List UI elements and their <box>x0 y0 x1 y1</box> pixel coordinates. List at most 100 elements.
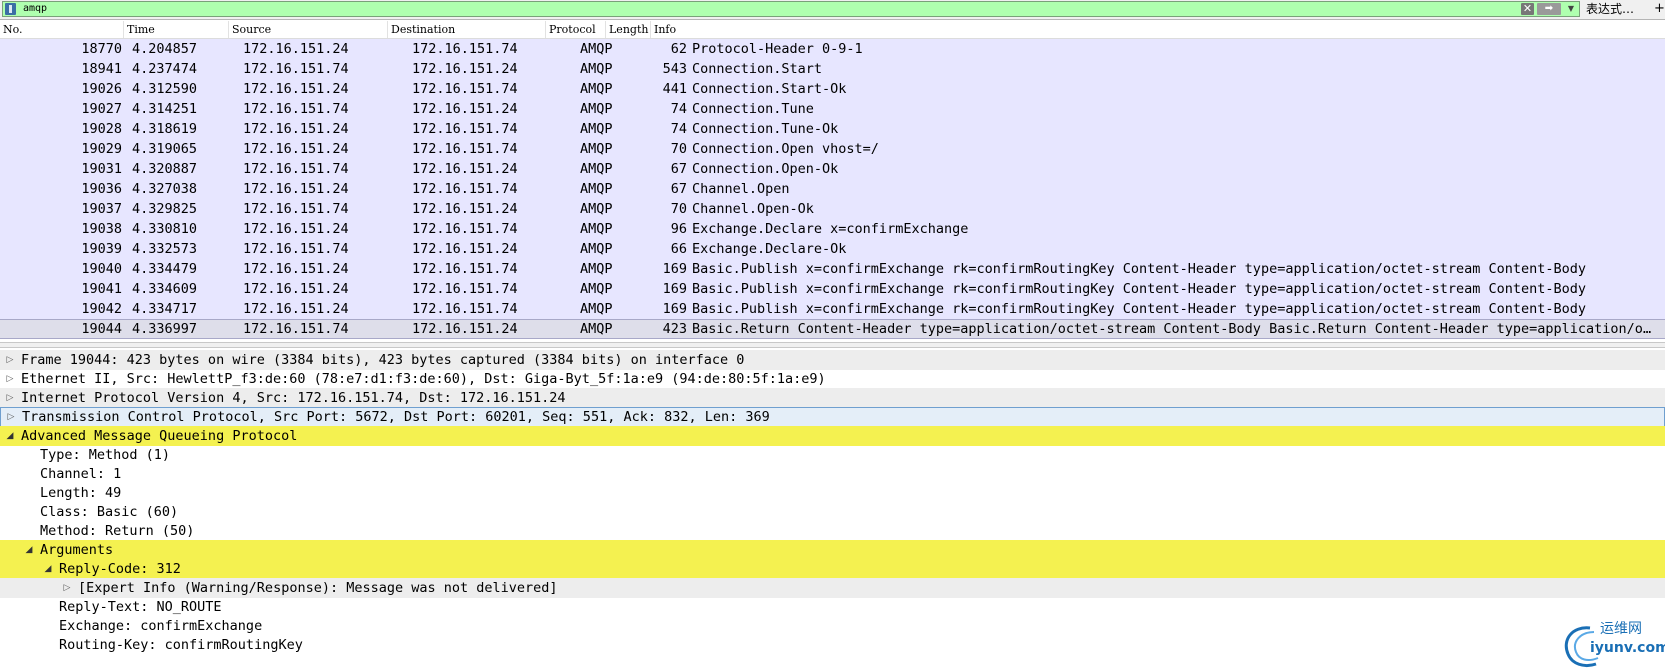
tree-expanded-icon[interactable]: ◢ <box>4 426 16 446</box>
packet-destination: 172.16.151.24 <box>412 61 518 77</box>
detail-tree-item[interactable]: Exchange: confirmExchange <box>0 616 1665 636</box>
packet-row[interactable]: 19042 4.334717 172.16.151.24 172.16.151.74 A… <box>0 299 1665 319</box>
packet-length: 96 <box>670 221 687 237</box>
detail-tree-item[interactable]: ▷ Frame 19044: 423 bytes on wire (3384 bi… <box>0 350 1665 370</box>
packet-row[interactable]: 19029 4.319065 172.16.151.24 172.16.151.74 A… <box>0 139 1665 159</box>
detail-tree-text: Ethernet II, Src: HewlettP_f3:de:60 (78:… <box>21 371 826 387</box>
detail-tree-item[interactable]: Class: Basic (60) <box>0 502 1665 522</box>
column-header-source[interactable]: Source <box>229 21 388 38</box>
detail-tree-text: Frame 19044: 423 bytes on wire (3384 bit… <box>21 352 745 368</box>
packet-source: 172.16.151.24 <box>243 181 349 197</box>
packet-destination: 172.16.151.74 <box>412 41 518 57</box>
packet-row[interactable]: 19036 4.327038 172.16.151.24 172.16.151.74 A… <box>0 179 1665 199</box>
pane-splitter[interactable] <box>0 342 1665 348</box>
detail-tree-item[interactable]: ▷ Internet Protocol Version 4, Src: 172.1… <box>0 388 1665 408</box>
packet-info: Exchange.Declare x=confirmExchange <box>692 221 969 237</box>
detail-tree-text: Reply-Code: 312 <box>59 561 181 577</box>
detail-tree-text: Transmission Control Protocol, Src Port:… <box>22 409 770 425</box>
packet-source: 172.16.151.24 <box>243 301 349 317</box>
packet-time: 4.329825 <box>132 201 198 217</box>
packet-row[interactable]: 19038 4.330810 172.16.151.24 172.16.151.74 A… <box>0 219 1665 239</box>
column-header-protocol[interactable]: Protocol <box>546 21 606 38</box>
tree-collapsed-icon[interactable]: ▷ <box>61 578 73 598</box>
detail-tree-item[interactable]: ▷ Ethernet II, Src: HewlettP_f3:de:60 (78… <box>0 369 1665 389</box>
packet-row[interactable]: 19044 4.336997 172.16.151.74 172.16.151.24 A… <box>0 319 1665 339</box>
packet-protocol: AMQP <box>580 301 613 317</box>
packet-protocol: AMQP <box>580 141 613 157</box>
packet-protocol: AMQP <box>580 121 613 137</box>
packet-info: Connection.Open-Ok <box>692 161 839 177</box>
detail-tree-item[interactable]: Routing-Key: confirmRoutingKey <box>0 635 1665 655</box>
packet-length: 74 <box>670 101 687 117</box>
packet-source: 172.16.151.74 <box>243 161 349 177</box>
packet-time: 4.318619 <box>132 121 198 137</box>
packet-length: 66 <box>670 241 687 257</box>
add-filter-button[interactable]: + <box>1654 0 1665 18</box>
packet-destination: 172.16.151.74 <box>412 221 518 237</box>
detail-tree-item[interactable]: ◢ Advanced Message Queueing Protocol <box>0 426 1665 446</box>
display-filter-field[interactable]: ✕ ➡ ▼ <box>2 1 1580 17</box>
packet-time: 4.336997 <box>132 321 198 337</box>
packet-row[interactable]: 19039 4.332573 172.16.151.74 172.16.151.24 A… <box>0 239 1665 259</box>
packet-row[interactable]: 19037 4.329825 172.16.151.74 172.16.151.24 A… <box>0 199 1665 219</box>
packet-source: 172.16.151.24 <box>243 81 349 97</box>
bookmark-icon[interactable] <box>5 3 16 15</box>
packet-length: 67 <box>670 161 687 177</box>
packet-row[interactable]: 18941 4.237474 172.16.151.74 172.16.151.24 A… <box>0 59 1665 79</box>
packet-time: 4.312590 <box>132 81 198 97</box>
packet-row[interactable]: 19028 4.318619 172.16.151.24 172.16.151.74 A… <box>0 119 1665 139</box>
detail-tree-text: [Expert Info (Warning/Response): Message… <box>78 580 558 596</box>
detail-tree-text: Routing-Key: confirmRoutingKey <box>59 637 303 653</box>
packet-time: 4.334609 <box>132 281 198 297</box>
packet-length: 169 <box>662 301 687 317</box>
packet-row[interactable]: 19027 4.314251 172.16.151.74 172.16.151.24 A… <box>0 99 1665 119</box>
column-header-destination[interactable]: Destination <box>388 21 546 38</box>
packet-number: 19031 <box>81 161 122 177</box>
arrow-right-icon[interactable]: ➡ <box>1537 3 1561 15</box>
packet-source: 172.16.151.74 <box>243 321 349 337</box>
detail-tree-item[interactable]: ▷ Transmission Control Protocol, Src Port… <box>0 407 1665 427</box>
display-filter-input[interactable] <box>23 2 1503 16</box>
detail-tree-item[interactable]: ◢ Arguments <box>0 540 1665 560</box>
packet-row[interactable]: 19041 4.334609 172.16.151.24 172.16.151.74 A… <box>0 279 1665 299</box>
tree-collapsed-icon[interactable]: ▷ <box>4 388 16 408</box>
packet-protocol: AMQP <box>580 101 613 117</box>
column-header-time[interactable]: Time <box>124 21 229 38</box>
packet-protocol: AMQP <box>580 321 613 337</box>
packet-source: 172.16.151.24 <box>243 261 349 277</box>
packet-time: 4.327038 <box>132 181 198 197</box>
packet-destination: 172.16.151.24 <box>412 101 518 117</box>
close-icon[interactable]: ✕ <box>1521 3 1534 15</box>
packet-row[interactable]: 18770 4.204857 172.16.151.24 172.16.151.74 A… <box>0 39 1665 59</box>
packet-length: 169 <box>662 281 687 297</box>
packet-row[interactable]: 19040 4.334479 172.16.151.24 172.16.151.74 A… <box>0 259 1665 279</box>
detail-tree-text: Type: Method (1) <box>40 447 171 463</box>
tree-collapsed-icon[interactable]: ▷ <box>5 408 17 426</box>
detail-tree-item[interactable]: Reply-Text: NO_ROUTE <box>0 597 1665 617</box>
packet-source: 172.16.151.74 <box>243 61 349 77</box>
packet-time: 4.334479 <box>132 261 198 277</box>
tree-expanded-icon[interactable]: ◢ <box>42 559 54 579</box>
detail-tree-item[interactable]: Channel: 1 <box>0 464 1665 484</box>
detail-tree-text: Reply-Text: NO_ROUTE <box>59 599 222 615</box>
packet-row[interactable]: 19031 4.320887 172.16.151.74 172.16.151.24 A… <box>0 159 1665 179</box>
detail-tree-text: Arguments <box>40 542 114 558</box>
packet-destination: 172.16.151.24 <box>412 241 518 257</box>
detail-tree-item[interactable]: ▷ [Expert Info (Warning/Response): Messag… <box>0 578 1665 598</box>
column-header-no[interactable]: No. <box>0 21 124 38</box>
column-header-length[interactable]: Length <box>606 21 651 38</box>
expression-button[interactable]: 表达式… <box>1586 1 1634 17</box>
detail-tree-item[interactable]: Method: Return (50) <box>0 521 1665 541</box>
packet-number: 19037 <box>81 201 122 217</box>
detail-tree-item[interactable]: Type: Method (1) <box>0 445 1665 465</box>
tree-collapsed-icon[interactable]: ▷ <box>4 369 16 389</box>
detail-tree-item[interactable]: Length: 49 <box>0 483 1665 503</box>
detail-tree-item[interactable]: ◢ Reply-Code: 312 <box>0 559 1665 579</box>
packet-protocol: AMQP <box>580 281 613 297</box>
chevron-down-icon[interactable]: ▼ <box>1565 3 1577 15</box>
column-header-info[interactable]: Info <box>651 21 1665 38</box>
tree-expanded-icon[interactable]: ◢ <box>23 540 35 560</box>
packet-rows: 18770 4.204857 172.16.151.24 172.16.151.74 A… <box>0 39 1665 339</box>
packet-row[interactable]: 19026 4.312590 172.16.151.24 172.16.151.74 A… <box>0 79 1665 99</box>
tree-collapsed-icon[interactable]: ▷ <box>4 350 16 370</box>
